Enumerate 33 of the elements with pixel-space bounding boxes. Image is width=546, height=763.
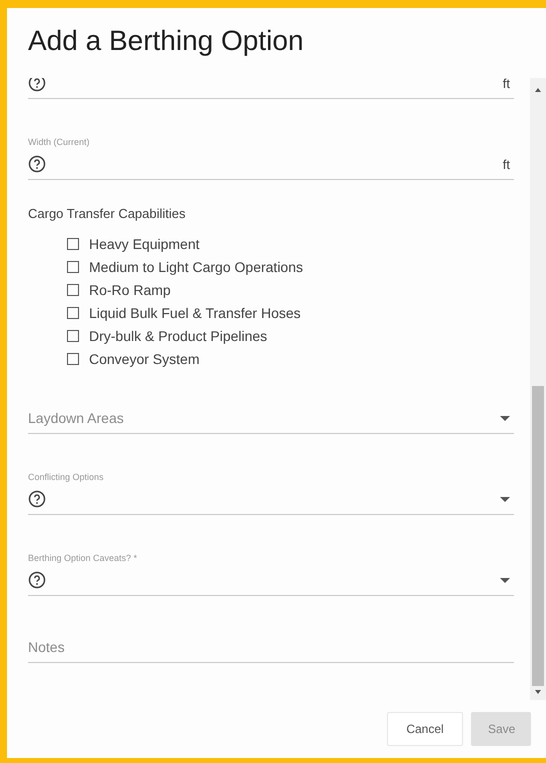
dropdown-caret-icon[interactable]: [500, 578, 510, 582]
input-field[interactable]: ft: [28, 149, 514, 180]
help-icon[interactable]: [28, 155, 46, 173]
field-label: Conflicting Options: [28, 471, 105, 484]
checkbox[interactable]: [67, 260, 79, 272]
unit-suffix: ft: [502, 156, 510, 172]
unit-suffix: ft: [502, 78, 510, 90]
scrollbar-thumb[interactable]: [532, 386, 544, 686]
scroll-up-icon[interactable]: [535, 88, 541, 92]
checkbox-label[interactable]: Conveyor System: [89, 350, 200, 366]
checkbox-label[interactable]: Ro-Ro Ramp: [89, 282, 171, 298]
field-label: Berthing Option Caveats? *: [28, 552, 138, 565]
checkbox[interactable]: [67, 330, 79, 342]
dialog-title: Add a Berthing Option: [27, 24, 305, 58]
dropdown-caret-icon[interactable]: [500, 496, 510, 502]
help-icon[interactable]: [28, 78, 46, 92]
input-field[interactable]: ft: [28, 78, 514, 99]
scrollbar[interactable]: [530, 78, 546, 700]
checkbox[interactable]: [67, 238, 79, 250]
field-label: Width (Current): [28, 136, 91, 149]
cancel-button[interactable]: Cancel: [387, 712, 463, 746]
checkbox[interactable]: [67, 352, 79, 364]
checkbox-label[interactable]: Heavy Equipment: [89, 236, 200, 252]
dropdown-caret-icon[interactable]: [500, 416, 510, 420]
help-icon[interactable]: [28, 490, 46, 508]
help-icon[interactable]: [28, 571, 46, 589]
checkbox-label[interactable]: Dry-bulk & Product Pipelines: [89, 328, 268, 344]
checkbox-label[interactable]: Liquid Bulk Fuel & Transfer Hoses: [89, 304, 301, 320]
group-label: Cargo Transfer Capabilities: [28, 206, 187, 221]
scroll-down-icon[interactable]: [535, 690, 541, 694]
checkbox-label[interactable]: Medium to Light Cargo Operations: [89, 258, 303, 274]
checkbox[interactable]: [67, 306, 79, 318]
checkbox[interactable]: [67, 284, 79, 296]
